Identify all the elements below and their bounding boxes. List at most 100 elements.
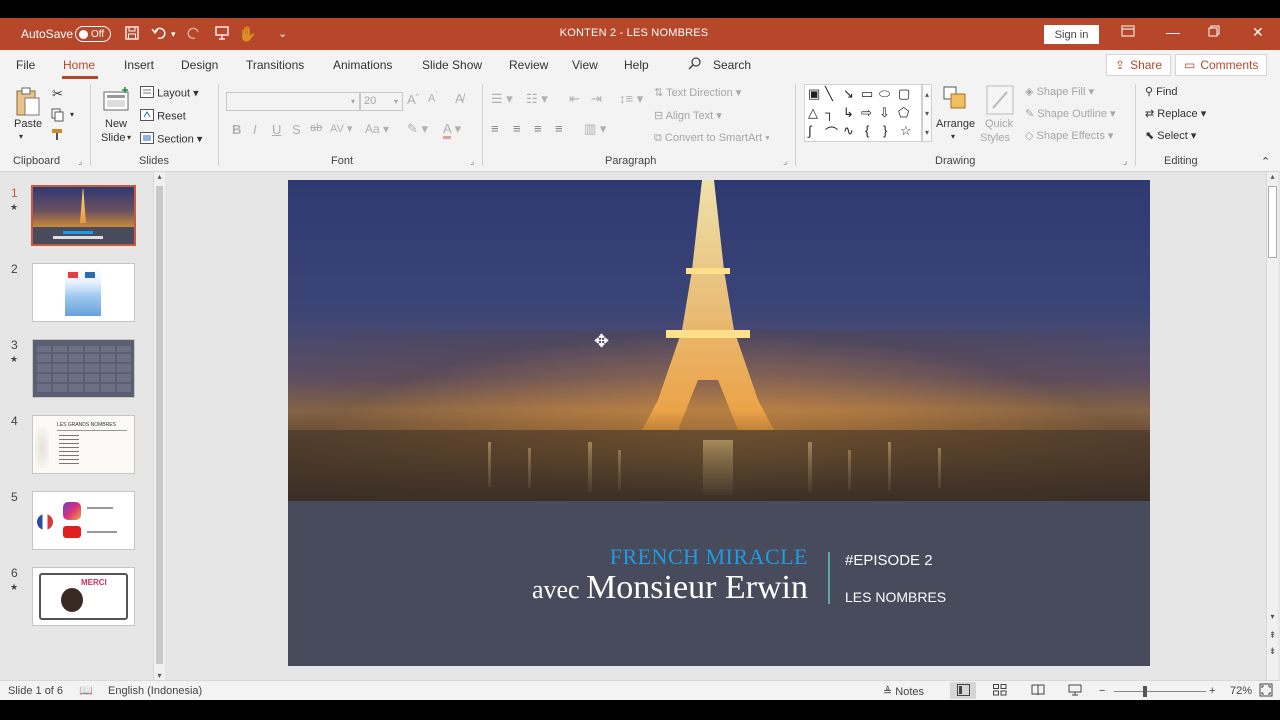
- slide-title-line1[interactable]: FRENCH MIRACLE: [288, 544, 808, 570]
- new-slide-label-2[interactable]: Slide: [101, 132, 125, 144]
- tab-view[interactable]: View: [572, 58, 598, 72]
- quick-styles-label-2[interactable]: Styles: [980, 132, 1010, 144]
- align-center-icon[interactable]: ≡: [513, 121, 521, 136]
- copy-dropdown-icon[interactable]: ▾: [70, 110, 74, 119]
- font-size-combo[interactable]: 20 ▾: [360, 92, 403, 111]
- font-color-icon[interactable]: A ▾: [443, 121, 461, 139]
- strikethrough-icon[interactable]: ab: [310, 122, 322, 134]
- cut-icon[interactable]: ✂: [52, 86, 63, 102]
- character-spacing-icon[interactable]: AV ▾: [330, 122, 352, 135]
- align-text-button[interactable]: ⊟ Align Text ▾: [654, 109, 722, 122]
- new-slide-label-1[interactable]: New: [105, 118, 127, 130]
- format-painter-icon[interactable]: [51, 128, 65, 145]
- thumbnail-slide-6[interactable]: MERCI: [32, 567, 135, 626]
- rounded-rectangle-shape-icon[interactable]: ▢: [898, 86, 910, 102]
- highlight-icon[interactable]: ✎ ▾: [407, 121, 428, 137]
- decrease-font-size-icon[interactable]: Aˇ: [428, 92, 438, 105]
- previous-slide-icon[interactable]: ⇞: [1267, 630, 1278, 641]
- pentagon-shape-icon[interactable]: ⬠: [898, 105, 909, 121]
- font-name-combo[interactable]: ▾: [226, 92, 360, 111]
- change-case-icon[interactable]: Aa ▾: [365, 122, 389, 136]
- arrange-dropdown-icon[interactable]: ▾: [951, 132, 955, 141]
- paste-label[interactable]: Paste: [14, 118, 42, 130]
- layout-button[interactable]: Layout ▾: [140, 86, 199, 101]
- font-size-dropdown-icon[interactable]: ▾: [394, 93, 398, 110]
- increase-indent-icon[interactable]: ⇥: [591, 91, 602, 107]
- drawing-launcher-icon[interactable]: ⌟: [1123, 156, 1127, 167]
- freeform-shape-icon[interactable]: ∿: [843, 123, 854, 139]
- shape-outline-button[interactable]: ✎ Shape Outline ▾: [1025, 107, 1116, 120]
- bold-icon[interactable]: B: [232, 122, 241, 137]
- shapes-gallery-scroll[interactable]: ▴ ▾ ▾: [922, 84, 932, 142]
- episode-label[interactable]: #EPISODE 2: [845, 552, 933, 569]
- justify-icon[interactable]: ≡: [555, 121, 563, 136]
- close-icon[interactable]: ✕: [1252, 24, 1264, 41]
- thumbnail-slide-3[interactable]: [32, 339, 135, 398]
- minimize-icon[interactable]: —: [1166, 24, 1180, 40]
- shapes-gallery[interactable]: ▣ ╲ ↘ ▭ ⬭ ▢ △ ┐ ↳ ⇨ ⇩ ⬠ ∫ ⌒ ∿ { } ☆: [804, 84, 922, 142]
- tab-slide-show[interactable]: Slide Show: [422, 58, 482, 72]
- scrollbar-thumb[interactable]: [1268, 186, 1277, 258]
- paste-dropdown-icon[interactable]: ▾: [19, 132, 23, 141]
- tab-design[interactable]: Design: [181, 58, 218, 72]
- arrow-line-shape-icon[interactable]: ↘: [843, 86, 854, 102]
- thumbnail-slide-2[interactable]: [32, 263, 135, 322]
- down-arrow-shape-icon[interactable]: ⇩: [879, 105, 890, 121]
- tab-transitions[interactable]: Transitions: [246, 58, 304, 72]
- arc-shape-icon[interactable]: ⌒: [825, 123, 838, 142]
- share-button[interactable]: ⇪ Share: [1106, 54, 1172, 76]
- font-launcher-icon[interactable]: ⌟: [470, 156, 474, 167]
- align-left-icon[interactable]: ≡: [491, 121, 499, 136]
- collapse-ribbon-icon[interactable]: ⌃: [1261, 155, 1270, 168]
- restore-icon[interactable]: [1208, 24, 1220, 40]
- spelling-icon[interactable]: 📖: [79, 684, 93, 697]
- elbow-connector-shape-icon[interactable]: ┐: [825, 105, 834, 120]
- star-shape-icon[interactable]: ☆: [900, 123, 912, 139]
- align-right-icon[interactable]: ≡: [534, 121, 542, 136]
- clipboard-launcher-icon[interactable]: ⌟: [78, 156, 82, 167]
- arrange-label[interactable]: Arrange: [936, 118, 975, 130]
- tab-file[interactable]: File: [16, 58, 35, 72]
- font-name-dropdown-icon[interactable]: ▾: [351, 93, 355, 110]
- section-button[interactable]: Section ▾: [140, 132, 202, 147]
- tab-home[interactable]: Home: [63, 58, 95, 72]
- text-direction-button[interactable]: ⇅ Text Direction ▾: [654, 86, 741, 99]
- underline-icon[interactable]: U: [272, 122, 281, 137]
- slide-show-icon[interactable]: [1068, 684, 1082, 699]
- find-button[interactable]: ⚲ Find: [1145, 85, 1178, 98]
- notes-button[interactable]: ≜ Notes: [883, 685, 924, 698]
- scroll-down-icon[interactable]: ▾: [154, 671, 165, 680]
- shadow-icon[interactable]: S: [292, 122, 301, 137]
- arrange-icon[interactable]: [941, 84, 969, 117]
- oval-shape-icon[interactable]: ⬭: [879, 86, 890, 102]
- rectangle-shape-icon[interactable]: ▭: [861, 86, 873, 102]
- shape-effects-button[interactable]: ◇ Shape Effects ▾: [1025, 129, 1113, 142]
- language-label[interactable]: English (Indonesia): [108, 685, 202, 697]
- tab-review[interactable]: Review: [509, 58, 548, 72]
- quick-styles-label-1[interactable]: Quick: [985, 118, 1013, 130]
- sign-in-button[interactable]: Sign in: [1044, 25, 1099, 44]
- zoom-out-icon[interactable]: −: [1099, 685, 1105, 697]
- fit-slide-icon[interactable]: [1259, 683, 1273, 700]
- reset-button[interactable]: Reset: [140, 109, 186, 124]
- new-slide-icon[interactable]: [101, 86, 131, 119]
- columns-icon[interactable]: ▥ ▾: [584, 121, 606, 137]
- right-arrow-shape-icon[interactable]: ⇨: [861, 105, 872, 121]
- replace-button[interactable]: ⇄ Replace ▾: [1145, 107, 1206, 120]
- new-slide-dropdown-icon[interactable]: ▾: [127, 133, 131, 142]
- scroll-up-icon[interactable]: ▴: [1267, 172, 1278, 181]
- convert-smartart-button[interactable]: ⧉ Convert to SmartArt ▾: [654, 132, 770, 145]
- tab-insert[interactable]: Insert: [124, 58, 154, 72]
- clear-formatting-icon[interactable]: A̸: [455, 91, 464, 106]
- paste-icon[interactable]: [13, 86, 43, 121]
- slide-title-line2[interactable]: avec Monsieur Erwin: [288, 569, 808, 607]
- slide-canvas[interactable]: FRENCH MIRACLE avec Monsieur Erwin #EPIS…: [288, 180, 1150, 666]
- triangle-shape-icon[interactable]: △: [808, 105, 818, 121]
- tab-animations[interactable]: Animations: [333, 58, 392, 72]
- italic-icon[interactable]: I: [253, 122, 257, 137]
- zoom-slider-track[interactable]: [1114, 691, 1206, 692]
- search-box[interactable]: Search: [713, 58, 751, 72]
- thumbnail-slide-1[interactable]: [31, 185, 136, 246]
- thumbnail-slide-5[interactable]: [32, 491, 135, 550]
- reading-view-icon[interactable]: [1031, 684, 1045, 699]
